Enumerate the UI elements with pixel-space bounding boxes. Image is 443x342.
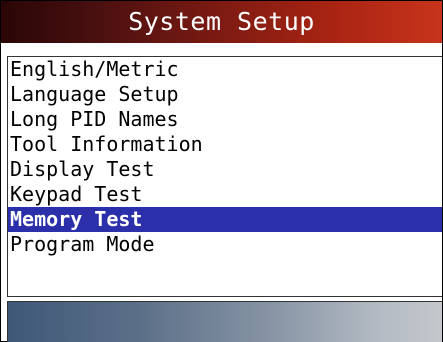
- menu-item-tool-information[interactable]: Tool Information: [8, 132, 442, 157]
- menu-item-display-test[interactable]: Display Test: [8, 157, 442, 182]
- menu-item-english-metric[interactable]: English/Metric: [8, 57, 442, 82]
- menu-item-program-mode[interactable]: Program Mode: [8, 232, 442, 257]
- status-bar: [7, 301, 442, 342]
- screen-title: System Setup: [1, 1, 442, 43]
- menu-item-long-pid-names[interactable]: Long PID Names: [8, 107, 442, 132]
- menu-item-language-setup[interactable]: Language Setup: [8, 82, 442, 107]
- menu-list: English/Metric Language Setup Long PID N…: [7, 56, 442, 297]
- tool-screen: System Setup English/Metric Language Set…: [0, 0, 443, 342]
- menu-item-keypad-test[interactable]: Keypad Test: [8, 182, 442, 207]
- menu-item-memory-test[interactable]: Memory Test: [8, 207, 442, 232]
